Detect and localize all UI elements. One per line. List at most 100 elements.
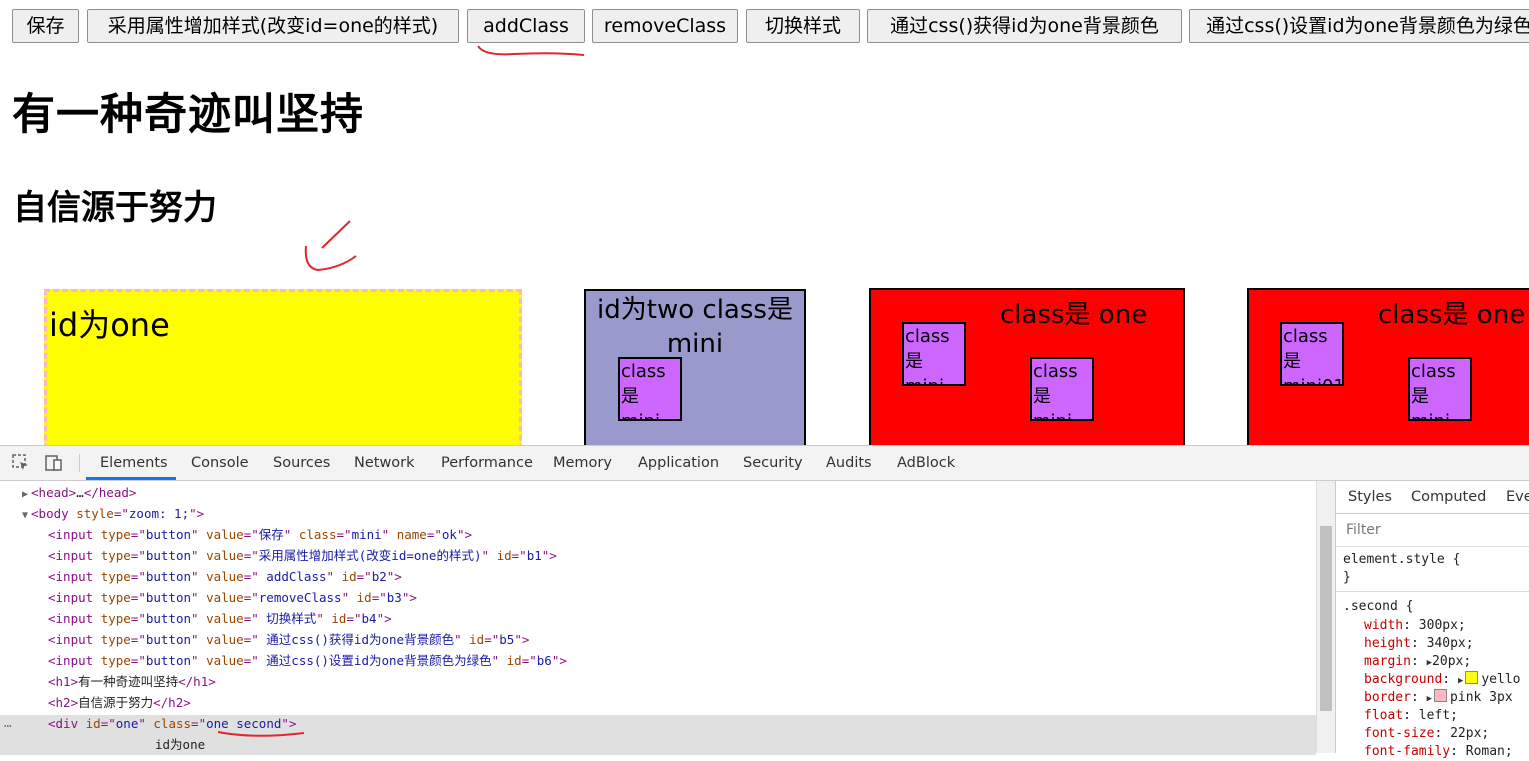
dom-node-line[interactable]: id为one [155,735,205,755]
tab-network[interactable]: Network [354,455,415,471]
tab-sources[interactable]: Sources [273,455,330,471]
color-swatch-icon[interactable] [1434,689,1448,702]
tab-styles[interactable]: Styles [1348,489,1392,505]
red-box-2: class是 one class是 mini01 class是 mini [1247,288,1529,445]
tab-application[interactable]: Application [638,455,719,471]
mini-box-label: class是 mini [1411,361,1456,419]
dom-token: button [145,527,192,542]
css-property[interactable]: font-size [1364,726,1434,741]
node-actions-ellipsis[interactable]: … [4,713,12,733]
expand-triangle-icon[interactable]: ▶ [1427,694,1432,704]
filter-input[interactable]: Filter [1346,522,1381,538]
dom-token: " [454,632,470,647]
toggle-style-button[interactable]: 切换样式 [746,9,860,43]
dom-node-line[interactable]: <h2>自信源于努力</h2> [48,693,191,713]
dom-node-line[interactable]: <input type="button" value=" 切换样式" id="b… [48,609,392,629]
dom-token: "> [456,527,473,542]
rule-divider [1336,591,1529,592]
dom-token: " [481,548,497,563]
tab-memory[interactable]: Memory [553,455,612,471]
css-property[interactable]: margin [1364,654,1411,669]
color-swatch-icon[interactable] [1465,671,1479,684]
dom-node-line[interactable]: <input type="button" value=" 通过css()获得id… [48,630,529,650]
remove-class-button[interactable]: removeClass [592,9,738,43]
box-two: id为two class是 mini class是 mini [584,289,806,445]
dom-token: =" [243,527,259,542]
css-value[interactable]: yello [1481,672,1520,687]
css-value[interactable]: 22px; [1450,726,1489,741]
css-property[interactable]: height [1364,636,1411,651]
mini-box-label: class是 mini [1033,361,1078,419]
tab-computed[interactable]: Computed [1411,489,1486,505]
scrollbar-thumb[interactable] [1320,526,1332,711]
dom-node-line[interactable]: ▼ <body style="zoom: 1;"> [22,504,204,524]
dom-token: b2 [371,569,387,584]
tab-security[interactable]: Security [743,455,803,471]
css-property[interactable]: border [1364,690,1411,705]
dom-token: id [356,590,372,605]
dom-node-line[interactable]: <input type="button" value="采用属性增加样式(改变i… [48,546,557,566]
element-style-open: element.style { [1343,552,1461,567]
save-button[interactable]: 保存 [12,9,79,43]
dom-token: =" [130,590,146,605]
elements-scrollbar[interactable] [1316,481,1335,753]
box-two-label: id为two class是 mini [597,295,793,359]
css-colon: : [1410,654,1427,669]
tab-adblock[interactable]: AdBlock [897,455,955,471]
css-declaration[interactable]: float: left; [1364,707,1458,725]
css-value[interactable]: 300px; [1419,618,1466,633]
css-property[interactable]: width [1364,618,1403,633]
css-value[interactable]: left; [1419,708,1458,723]
css-declaration[interactable]: font-family: Roman; [1364,743,1513,761]
css-declaration[interactable]: border: ▶ pink 3px [1364,689,1513,707]
tab-performance[interactable]: Performance [441,455,533,471]
collapse-triangle-icon[interactable]: ▼ [22,510,28,521]
tab-console[interactable]: Console [191,455,249,471]
css-declaration[interactable]: width: 300px; [1364,617,1466,635]
tab-event-listeners[interactable]: Eve [1506,489,1529,505]
dom-node-line[interactable]: <h1>有一种奇迹叫坚持</h1> [48,672,216,692]
dom-node-line[interactable]: <input type="button" value="保存" class="m… [48,525,472,545]
css-declaration[interactable]: margin: ▶20px; [1364,653,1471,671]
dom-node-line[interactable]: <input type="button" value=" 通过css()设置id… [48,651,567,671]
dom-token: =" [356,569,372,584]
dom-token: =" [191,716,207,731]
dom-token: b1 [526,548,542,563]
get-bg-color-button[interactable]: 通过css()获得id为one背景颜色 [867,9,1182,43]
styles-filter[interactable]: Filter [1336,514,1529,547]
dom-token: </h2> [153,695,191,710]
expand-triangle-icon[interactable]: ▶ [22,489,28,500]
css-value[interactable]: 20px; [1432,654,1471,669]
dom-token: =" [243,569,259,584]
dom-token: 有一种奇迹叫坚持 [78,674,179,689]
page-heading: 有一种奇迹叫坚持 [12,90,364,140]
box-one-label: id为one [49,306,170,344]
dom-token: " [381,527,397,542]
css-declaration[interactable]: background: ▶ yello [1364,671,1521,689]
box-one: id为one [44,289,522,445]
device-toolbar-icon[interactable] [44,453,64,473]
css-property[interactable]: float [1364,708,1403,723]
inspect-icon[interactable] [11,453,31,473]
dom-node-line[interactable]: <input type="button" value="removeClass"… [48,588,417,608]
css-property[interactable]: background [1364,672,1442,687]
css-value[interactable]: 340px; [1427,636,1474,651]
attr-style-button[interactable]: 采用属性增加样式(改变id=one的样式) [87,9,459,43]
underline-annotation [477,45,585,56]
expand-triangle-icon[interactable]: ▶ [1458,676,1463,686]
dom-token: value [206,590,244,605]
tab-elements[interactable]: Elements [100,455,168,471]
dom-token: " [316,611,332,626]
elements-tree: ▶ <head>…</head> ▼ <body style="zoom: 1;"> <… [0,481,1316,755]
css-declaration[interactable]: font-size: 22px; [1364,725,1489,743]
css-declaration[interactable]: height: 340px; [1364,635,1474,653]
dom-token: b6 [536,653,552,668]
add-class-button[interactable]: addClass [467,9,585,43]
dom-node-line[interactable]: <input type="button" value=" addClass" i… [48,567,402,587]
tab-audits[interactable]: Audits [826,455,872,471]
set-bg-color-button[interactable]: 通过css()设置id为one背景颜色为绿色 [1189,9,1529,43]
css-value[interactable]: pink 3px [1450,690,1513,705]
dom-token: type [100,632,131,647]
dom-node-line[interactable]: ▶ <head>…</head> [22,483,136,503]
dom-token: <input [48,527,101,542]
